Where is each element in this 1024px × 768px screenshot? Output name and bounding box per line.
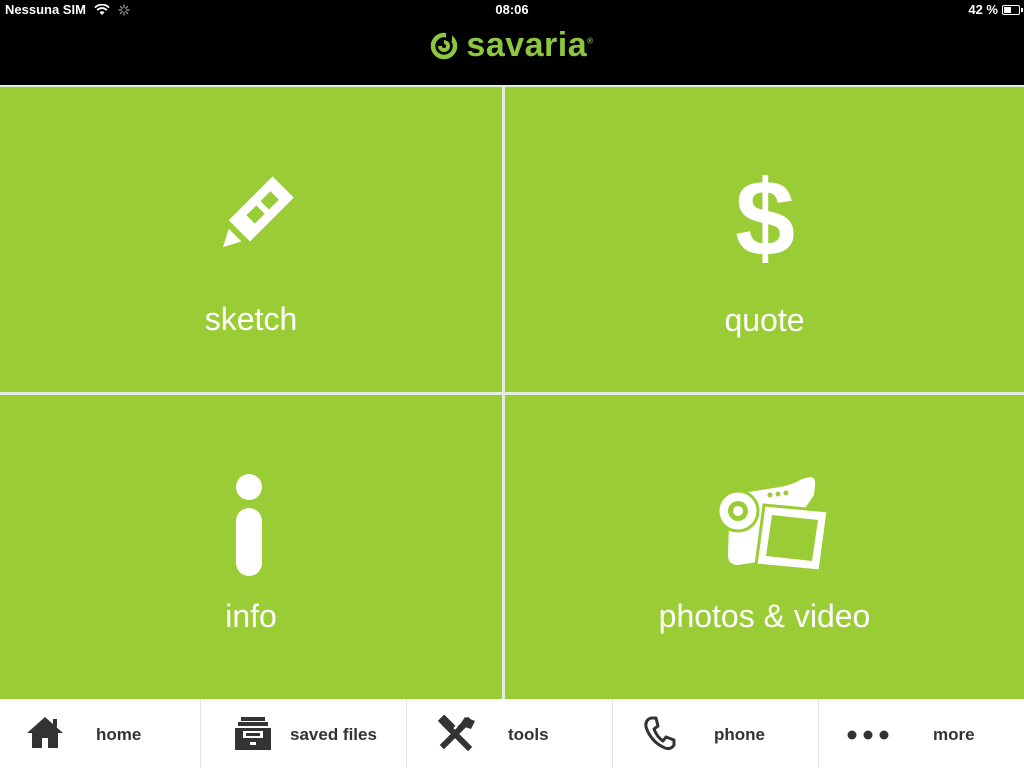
- tile-sketch[interactable]: sketch: [0, 87, 502, 392]
- tile-label: info: [225, 598, 277, 634]
- battery-percent: 42 %: [968, 2, 998, 17]
- file-cabinet-icon: [235, 717, 271, 750]
- info-icon: [236, 474, 262, 576]
- tab-label: saved files: [290, 725, 377, 744]
- tab-label: tools: [508, 725, 549, 744]
- status-bar: Nessuna SIM 08:06 42 %: [0, 0, 1024, 20]
- status-time: 08:06: [495, 2, 529, 17]
- tile-label: photos & video: [658, 598, 871, 634]
- tab-bar: home saved files tools phone more: [0, 699, 1024, 768]
- svg-text:$: $: [735, 159, 795, 271]
- tab-tools[interactable]: tools: [407, 699, 613, 768]
- tab-more[interactable]: more: [819, 699, 1024, 768]
- pencil-icon: [223, 176, 294, 248]
- tab-label: home: [96, 725, 142, 744]
- app-header: savaria®: [0, 20, 1024, 85]
- brand-name: savaria®: [466, 26, 594, 64]
- tools-icon: [437, 715, 475, 752]
- tab-label: more: [933, 725, 975, 744]
- tile-label: sketch: [204, 301, 298, 337]
- tile-quote[interactable]: $ quote: [505, 87, 1024, 392]
- battery-icon: [1002, 5, 1023, 15]
- tile-info[interactable]: info: [0, 395, 502, 699]
- home-icon: [27, 717, 63, 748]
- tab-label: phone: [714, 725, 765, 744]
- tile-photos-video[interactable]: photos & video: [505, 395, 1024, 699]
- main-menu-grid: sketch $ quote info photos & video: [0, 85, 1024, 699]
- brand-logo: savaria®: [0, 26, 1024, 65]
- dollar-icon: $: [735, 159, 795, 271]
- tab-home[interactable]: home: [0, 699, 201, 768]
- phone-icon: [644, 716, 676, 751]
- status-right: 42 %: [968, 2, 1023, 17]
- registered-mark: ®: [587, 36, 594, 46]
- video-camera-icon: [716, 477, 830, 573]
- more-icon: [847, 730, 889, 740]
- tile-label: quote: [724, 302, 805, 338]
- savaria-swirl-icon: [431, 32, 458, 59]
- tab-phone[interactable]: phone: [613, 699, 819, 768]
- tab-saved-files[interactable]: saved files: [201, 699, 407, 768]
